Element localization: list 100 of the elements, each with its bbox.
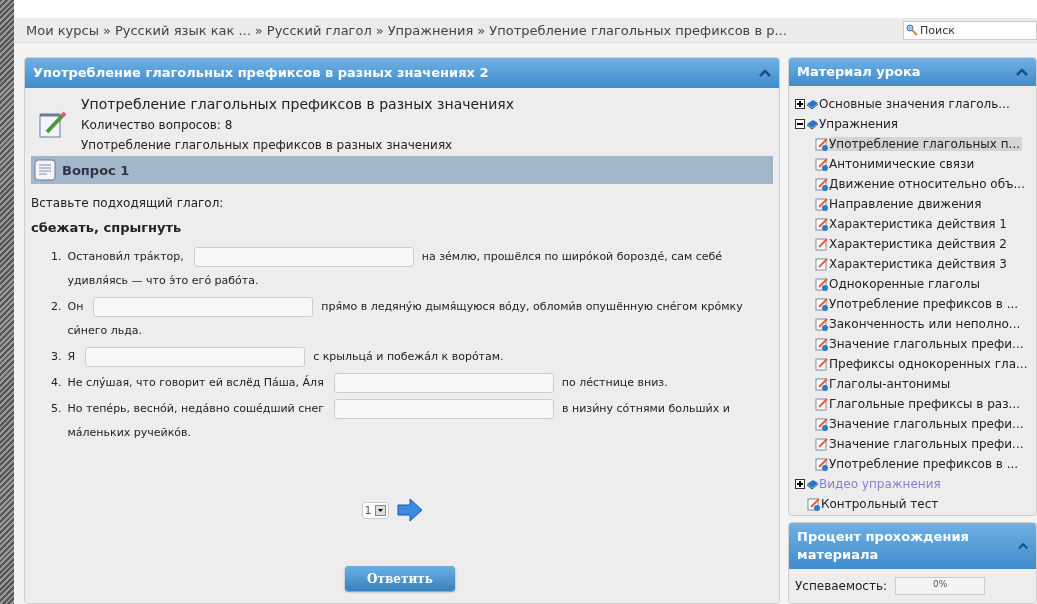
quiz-icon bbox=[815, 137, 829, 151]
sentence-text: по ле́стнице вниз. bbox=[561, 376, 668, 389]
notepad-icon bbox=[815, 237, 829, 251]
books-icon bbox=[806, 478, 819, 490]
item-number: 3. bbox=[51, 349, 62, 365]
answer-field[interactable] bbox=[93, 297, 314, 317]
sentence-text: на зе́млю, прошёлся по широ́кой борозде́, сам себе́ bbox=[421, 250, 723, 263]
quiz-icon bbox=[815, 217, 829, 231]
progress-reading: 0% bbox=[931, 579, 949, 589]
word-choices: сбежать, спрыгнуть bbox=[31, 220, 183, 235]
document-icon bbox=[34, 159, 56, 181]
tree-item[interactable]: Значение глагольных префи... bbox=[829, 417, 1026, 431]
sentence-text: ма́леньких ручейко́в. bbox=[67, 426, 192, 439]
quiz-icon bbox=[815, 417, 829, 431]
answer-field[interactable] bbox=[193, 247, 414, 267]
collapse-toggle[interactable] bbox=[795, 119, 805, 129]
tree-item[interactable]: Употребление префиксов в ... bbox=[829, 297, 1021, 311]
sentence-text: Не слу́шая, что говорит ей вслёд Па́ша, А́ля bbox=[67, 376, 324, 389]
tree-item[interactable]: Контрольный тест bbox=[821, 497, 941, 511]
tree-item[interactable]: Глагольные префиксы в раз... bbox=[829, 397, 1022, 411]
breadcrumb-separator: » bbox=[477, 22, 486, 38]
item-number: 4. bbox=[51, 375, 62, 391]
notepad-pencil-icon bbox=[37, 110, 67, 140]
collapse-icon[interactable] bbox=[1016, 68, 1028, 76]
tree-item[interactable]: Характеристика действия 1 bbox=[829, 217, 1009, 231]
tree-item[interactable]: Направление движения bbox=[829, 197, 984, 211]
quiz-icon bbox=[815, 277, 829, 291]
quiz-icon bbox=[815, 317, 829, 331]
tree-item[interactable]: Движение относительно объ... bbox=[829, 177, 1027, 191]
sentence-text: си́него льда. bbox=[67, 324, 143, 337]
search-icon bbox=[906, 24, 918, 36]
sentence-text: пря́мо в ледяну́ю дымя́щуюся во́ду, обломи́в опушённую сне́гом кро́мку bbox=[321, 300, 743, 313]
progress-label: Успеваемость: bbox=[795, 579, 888, 593]
answer-field[interactable] bbox=[333, 373, 554, 393]
tree-item[interactable]: Употребление глагольных п... bbox=[829, 137, 1023, 151]
sentence-text: Он bbox=[67, 300, 84, 313]
search-input[interactable]: Поиск bbox=[920, 23, 1020, 37]
quiz-icon bbox=[815, 197, 829, 211]
collapse-icon[interactable] bbox=[1017, 541, 1028, 550]
answer-field[interactable] bbox=[334, 399, 555, 419]
tree-item[interactable]: Законченность или неполно... bbox=[829, 317, 1023, 331]
panel-title: Употребление глагольных префиксов в разных значениях 2 bbox=[33, 64, 489, 82]
item-number: 5. bbox=[51, 401, 62, 417]
tree-item[interactable]: Значение глагольных префи... bbox=[829, 437, 1026, 451]
tree-item[interactable]: Употребление префиксов в ... bbox=[829, 457, 1021, 471]
quiz-icon bbox=[815, 457, 829, 471]
breadcrumb-link[interactable]: Упражнения bbox=[387, 22, 474, 38]
tree-item[interactable]: Упражнения bbox=[819, 117, 901, 131]
breadcrumb-separator: » bbox=[375, 22, 384, 38]
tree-item[interactable]: Однокоренные глаголы bbox=[829, 277, 982, 291]
breadcrumb-separator: » bbox=[102, 22, 111, 38]
instruction-text: Вставьте подходящий глагол: bbox=[31, 196, 225, 210]
question-count: Количество вопросов: 8 bbox=[81, 118, 234, 132]
sentence-text: в низи́ну со́тнями больши́х и bbox=[562, 402, 730, 415]
sentence-text: Я bbox=[67, 350, 76, 363]
tree-item[interactable]: Значение глагольных префи... bbox=[829, 337, 1026, 351]
tree-item[interactable]: Глаголы-антонимы bbox=[829, 377, 953, 391]
tree-item[interactable]: Основные значения глаголь... bbox=[819, 97, 1012, 111]
item-number: 1. bbox=[51, 249, 62, 265]
plus-icon bbox=[796, 480, 804, 488]
tree-item[interactable]: Характеристика действия 3 bbox=[829, 257, 1009, 271]
books-icon bbox=[806, 98, 819, 110]
notepad-icon bbox=[815, 437, 829, 451]
item-number: 2. bbox=[51, 299, 62, 315]
expand-toggle[interactable] bbox=[795, 479, 805, 489]
minus-icon bbox=[796, 120, 804, 128]
page-select[interactable]: 1 bbox=[361, 501, 389, 519]
quiz-icon bbox=[815, 297, 829, 311]
next-arrow-icon[interactable] bbox=[396, 498, 423, 522]
tree-item[interactable]: Префиксы однокоренных гла... bbox=[829, 357, 1030, 371]
question-title: Вопрос 1 bbox=[62, 162, 130, 178]
breadcrumb-separator: » bbox=[254, 22, 263, 38]
sentence-text: с крыльца́ и побежа́л к воро́там. bbox=[313, 350, 504, 363]
notepad-icon bbox=[815, 257, 829, 271]
quiz-icon bbox=[815, 377, 829, 391]
quiz-icon bbox=[807, 497, 821, 511]
expand-toggle[interactable] bbox=[795, 99, 805, 109]
breadcrumb-link[interactable]: Русский глагол bbox=[266, 22, 372, 38]
panel-title: Материал урока bbox=[797, 63, 921, 81]
notepad-icon bbox=[815, 357, 829, 371]
sentence-text: Останови́л тра́ктор, bbox=[67, 250, 184, 263]
quiz-title: Употребление глагольных префиксов в разных значениях bbox=[81, 96, 515, 112]
collapse-icon[interactable] bbox=[759, 69, 771, 77]
tree-item[interactable]: Характеристика действия 2 bbox=[829, 237, 1009, 251]
breadcrumb-link[interactable]: Русский язык как ... bbox=[114, 22, 251, 38]
plus-icon bbox=[796, 100, 804, 108]
quiz-icon bbox=[815, 157, 829, 171]
quiz-description: Употребление глагольных префиксов в разных значениях bbox=[81, 138, 454, 152]
quiz-icon bbox=[815, 177, 829, 191]
sentence-text: удивля́ясь — что э́то его́ рабо́та. bbox=[67, 274, 259, 287]
dropdown-icon bbox=[374, 504, 386, 516]
answer-field[interactable] bbox=[85, 347, 306, 367]
breadcrumb-link[interactable]: Употребление глагольных префиксов в р... bbox=[489, 22, 787, 38]
panel-title: Процент прохождения материала bbox=[797, 527, 970, 564]
notepad-icon bbox=[815, 397, 829, 411]
search-field[interactable]: Поиск bbox=[903, 20, 1037, 40]
tree-item[interactable]: Антонимические связи bbox=[829, 157, 977, 171]
sentence-text: Но тепе́рь, весно́й, неда́вно соше́дший снег bbox=[67, 402, 325, 415]
breadcrumb-link[interactable]: Мои курсы bbox=[26, 22, 99, 38]
books-icon bbox=[806, 118, 819, 130]
